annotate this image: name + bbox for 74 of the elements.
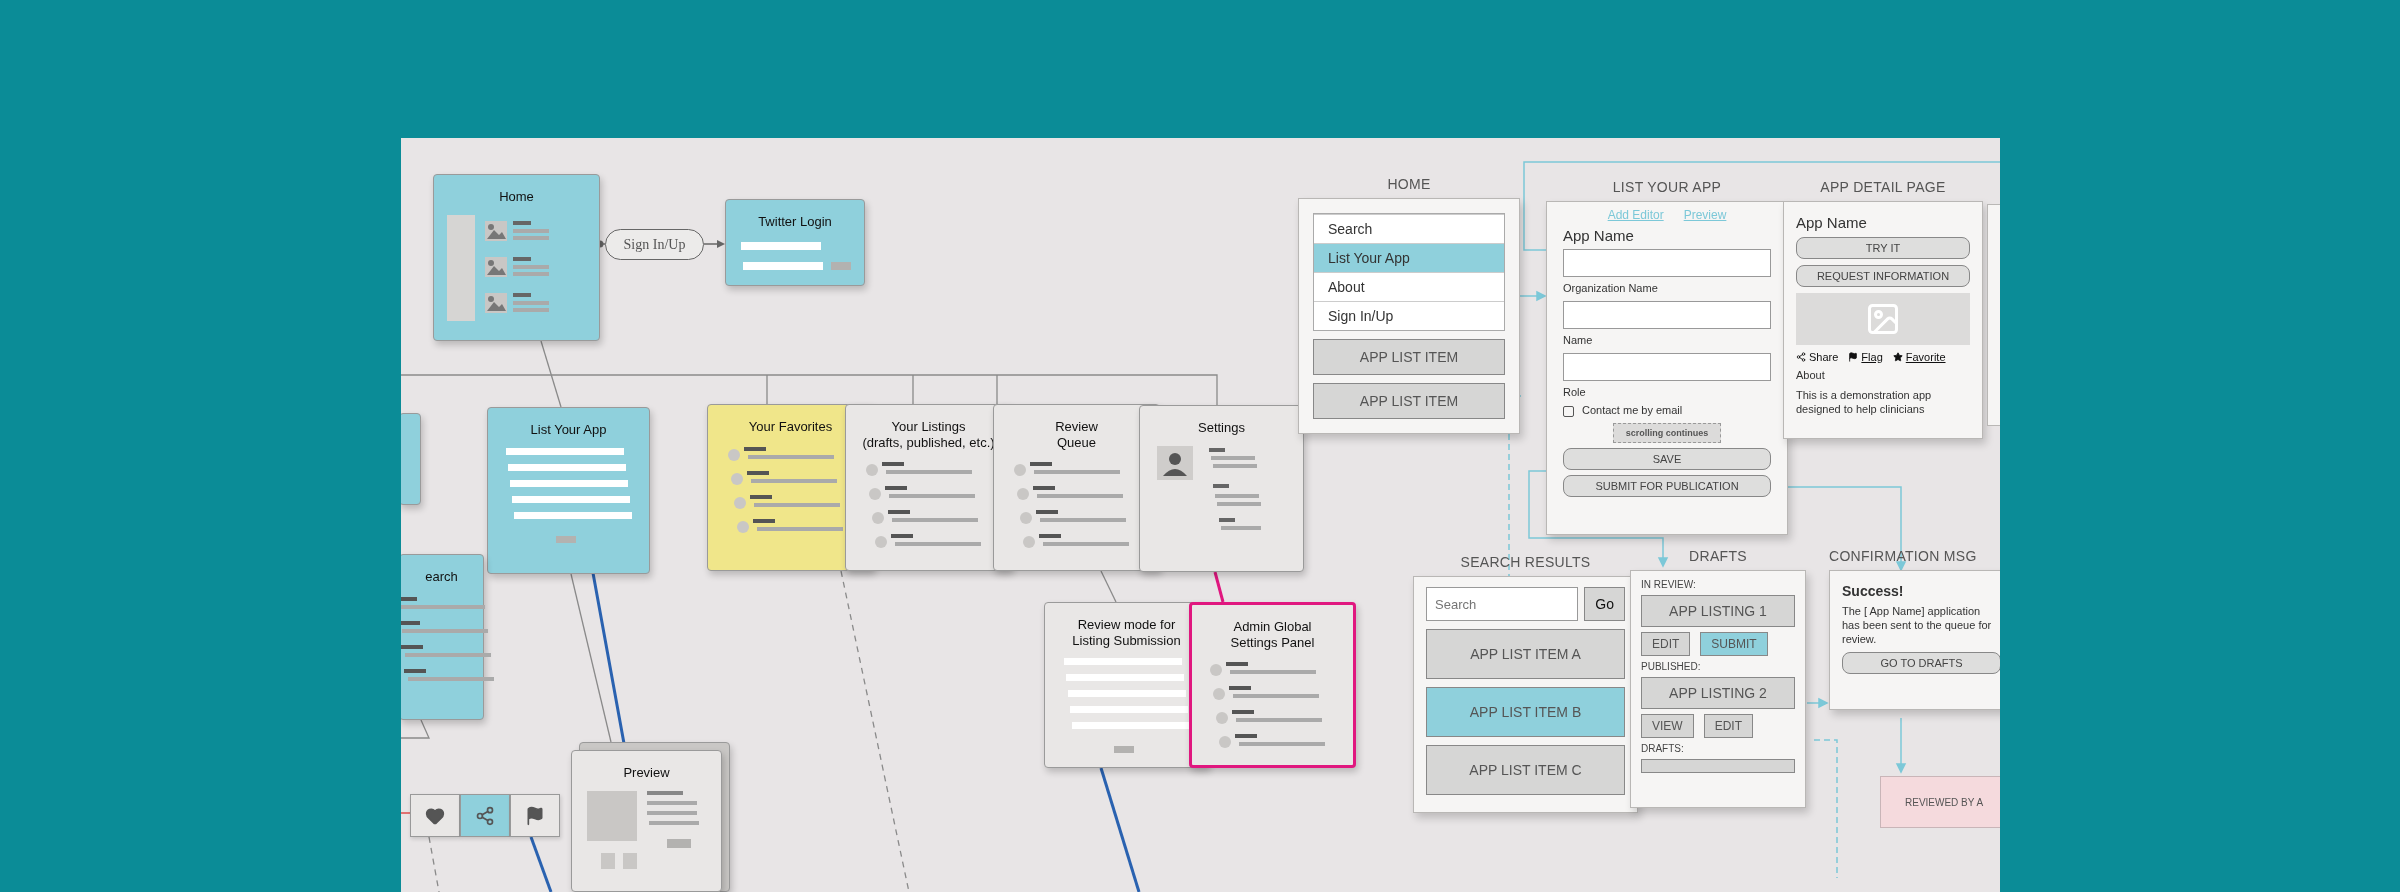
- wireframe-heading: HOME: [1387, 176, 1431, 192]
- screen-title: Preview: [623, 765, 670, 781]
- star-icon: [1892, 352, 1903, 362]
- checkbox-label: Contact me by email: [1582, 404, 1683, 418]
- screen-title: Home: [499, 189, 534, 205]
- search-result-item[interactable]: APP LIST ITEM A: [1426, 629, 1625, 679]
- section-label: IN REVIEW:: [1641, 579, 1697, 590]
- image-icon: [1865, 301, 1901, 337]
- search-result-item[interactable]: APP LIST ITEM B: [1426, 687, 1625, 737]
- wireframe-heading: APP DETAIL PAGE: [1820, 179, 1946, 195]
- heart-icon: [425, 805, 445, 826]
- input-field[interactable]: [1563, 300, 1771, 329]
- action-tile[interactable]: [460, 794, 510, 837]
- listing-action-button[interactable]: EDIT: [1641, 632, 1691, 656]
- listing-action-button[interactable]: SUBMIT: [1700, 632, 1768, 656]
- listing-action-button[interactable]: EDIT: [1703, 714, 1753, 738]
- share-icon: [1796, 352, 1806, 362]
- screen-title: earch: [425, 569, 458, 585]
- go-to-drafts-button[interactable]: GO TO DRAFTS: [1842, 652, 2000, 675]
- form-button[interactable]: SAVE: [1563, 448, 1771, 470]
- listing-action-button[interactable]: VIEW: [1641, 714, 1694, 738]
- form-title: App Name: [1563, 227, 1635, 244]
- input-field[interactable]: [1563, 352, 1771, 381]
- detail-button[interactable]: REQUEST INFORMATION: [1796, 265, 1970, 287]
- menu-item[interactable]: List Your App: [1314, 243, 1504, 272]
- section-label: DRAFTS:: [1641, 743, 1685, 754]
- connector-line: [401, 719, 430, 739]
- screen-title: List Your App: [530, 422, 607, 438]
- search-field[interactable]: Search: [1426, 587, 1579, 621]
- listing-button[interactable]: APP LISTING 1: [1641, 595, 1795, 627]
- form-button[interactable]: SUBMIT FOR PUBLICATION: [1563, 475, 1771, 497]
- go-button[interactable]: Go: [1584, 587, 1625, 621]
- wireframe-heading: LIST YOUR APP: [1612, 179, 1722, 195]
- field-label: Role: [1563, 385, 1587, 400]
- about-text: This is a demonstration app designed to help clinicians: [1796, 388, 1933, 417]
- app-list-item-button[interactable]: APP LIST ITEM: [1313, 339, 1505, 375]
- screen-title: Settings: [1198, 420, 1245, 436]
- share-icon: [475, 805, 495, 826]
- wireframe-heading: SEARCH RESULTS: [1460, 554, 1591, 570]
- wireframe-heading: CONFIRMATION MSG: [1829, 548, 1977, 564]
- action-tile[interactable]: [510, 794, 560, 837]
- success-title: Success!: [1842, 583, 1905, 599]
- listing-button[interactable]: APP LISTING 2: [1641, 677, 1795, 709]
- connector-line: [401, 812, 411, 814]
- flag-link[interactable]: Flag: [1848, 351, 1883, 363]
- connector-line: [428, 836, 440, 892]
- app-title: App Name: [1796, 214, 1868, 231]
- connector-arrow: [1806, 697, 1829, 709]
- flag-icon: [1848, 352, 1859, 362]
- checkbox[interactable]: [1563, 405, 1574, 417]
- search-result-item[interactable]: APP LIST ITEM C: [1426, 745, 1625, 795]
- field-label: Organization Name: [1563, 282, 1659, 296]
- confirmation-message: The [ App Name] application has been sent to the queue for review.: [1842, 605, 1992, 647]
- connector-line: [1100, 570, 1117, 603]
- screen-title: Admin Global Settings Panel: [1230, 619, 1315, 651]
- screen-title: Review Queue: [1055, 419, 1098, 451]
- app-list-item-button[interactable]: APP LIST ITEM: [1313, 383, 1505, 419]
- field-label: Name: [1563, 333, 1594, 348]
- about-label: About: [1796, 369, 1826, 383]
- input-field[interactable]: [1563, 249, 1771, 277]
- connector-arrow: [1895, 717, 1907, 774]
- wireframe-heading: DRAFTS: [1689, 548, 1747, 564]
- sign-in-connector-label: Sign In/Up: [605, 229, 704, 260]
- action-tile[interactable]: [410, 794, 460, 837]
- screen-title: Your Favorites: [748, 419, 833, 435]
- screen-title: Twitter Login: [758, 214, 832, 230]
- scrolling-note: scrolling continues: [1612, 423, 1722, 443]
- screen-title: Review mode for Listing Submission: [1072, 617, 1181, 649]
- flag-icon: [525, 805, 545, 826]
- section-label: PUBLISHED:: [1641, 661, 1702, 672]
- detail-button[interactable]: TRY IT: [1796, 237, 1970, 259]
- share-link[interactable]: Share: [1796, 351, 1839, 363]
- favorite-link[interactable]: Favorite: [1892, 351, 1946, 363]
- review-status-box: REVIEWED BY A: [1880, 776, 2000, 828]
